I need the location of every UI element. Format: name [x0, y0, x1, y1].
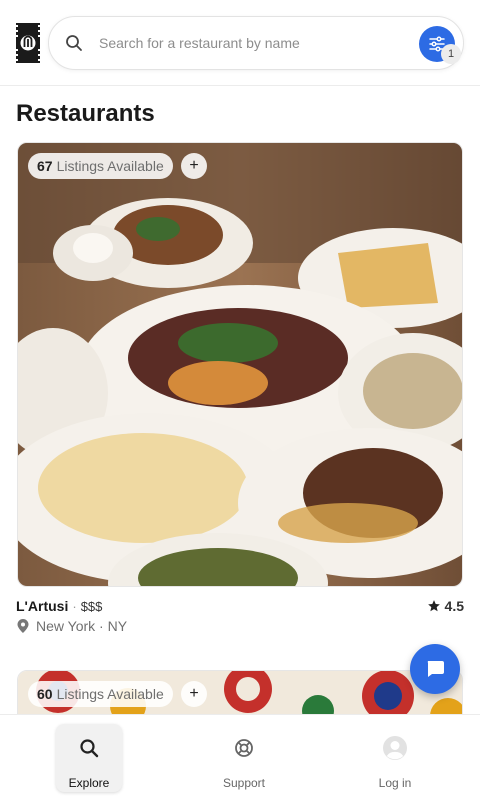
location-text: New York · NY — [36, 618, 128, 634]
nav-label: Log in — [378, 776, 412, 790]
listings-count: 67 — [37, 158, 53, 174]
restaurant-name[interactable]: L'Artusi — [16, 598, 68, 614]
rating-value: 4.5 — [444, 598, 464, 614]
logo-icon[interactable] — [15, 23, 41, 63]
lifebuoy-icon — [235, 739, 253, 757]
chat-button[interactable] — [410, 644, 460, 694]
search-icon — [66, 35, 82, 51]
search-bar[interactable]: 1 — [48, 16, 464, 70]
add-button[interactable]: + — [181, 153, 207, 179]
location-pin-icon — [17, 619, 29, 633]
food-photo — [18, 143, 462, 586]
nav-login[interactable]: Log in — [362, 724, 428, 792]
separator: · — [72, 599, 77, 614]
nav-explore[interactable]: Explore — [56, 724, 122, 792]
filter-button[interactable]: 1 — [419, 26, 461, 64]
listings-available-badge: 67 Listings Available — [28, 153, 173, 179]
rating: 4.5 — [427, 598, 464, 614]
filter-count-badge: 1 — [441, 44, 461, 64]
bottom-nav: Explore Support Log in — [0, 714, 480, 800]
listings-label: Listings Available — [56, 686, 164, 702]
listings-count: 60 — [37, 686, 53, 702]
add-button[interactable]: + — [181, 681, 207, 707]
search-nav-icon — [80, 739, 99, 758]
nav-label: Support — [222, 776, 266, 790]
page-title: Restaurants — [16, 100, 155, 127]
restaurant-card-info[interactable]: L'Artusi · $$$ 4.5 New York · NY — [16, 598, 464, 638]
user-avatar-icon — [383, 736, 407, 760]
restaurant-location: New York · NY — [16, 618, 127, 634]
nav-label: Explore — [68, 776, 110, 790]
chat-icon — [427, 661, 444, 677]
star-icon — [427, 600, 440, 612]
listings-label: Listings Available — [56, 158, 164, 174]
listings-available-badge: 60 Listings Available — [28, 681, 173, 707]
nav-support[interactable]: Support — [211, 724, 277, 792]
top-header: 1 — [0, 0, 480, 86]
restaurant-card-image[interactable]: 67 Listings Available + — [17, 142, 463, 587]
search-input[interactable] — [99, 31, 399, 55]
price-range: $$$ — [80, 599, 103, 614]
